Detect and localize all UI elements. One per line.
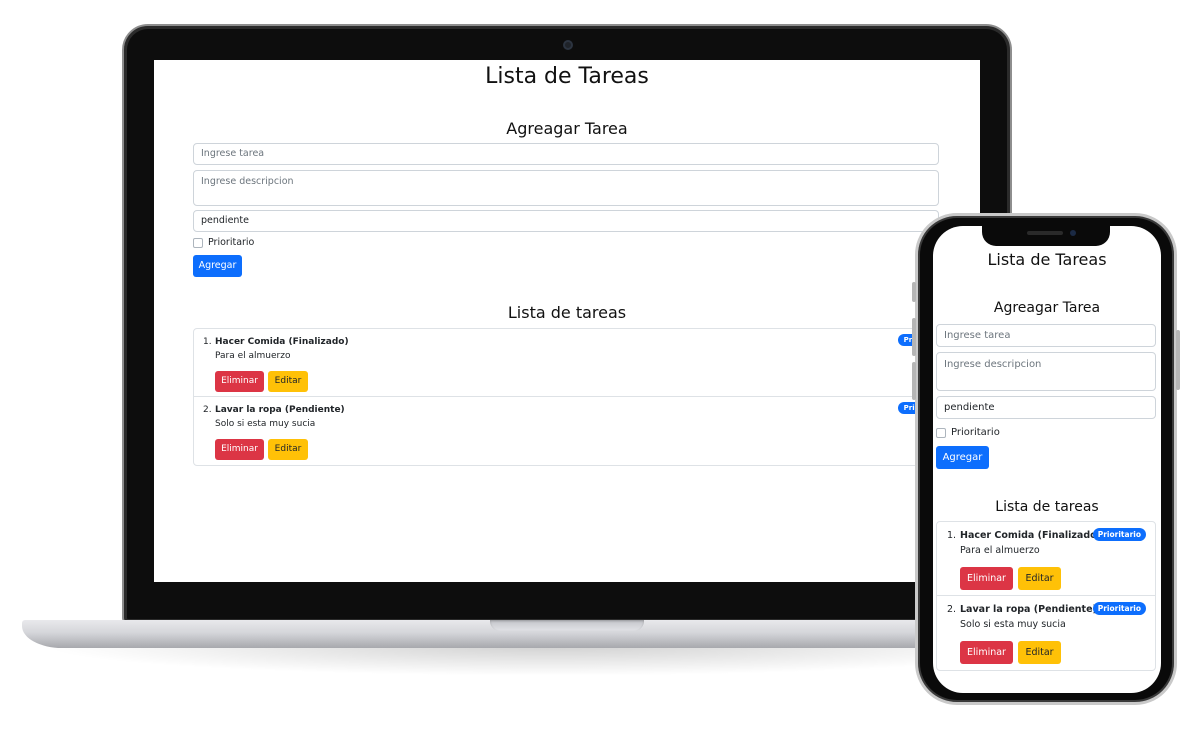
edit-button[interactable]: Editar [1018, 641, 1061, 664]
priority-badge: Prioritario [1092, 528, 1146, 541]
phone-notch [982, 226, 1110, 246]
task-description: Solo si esta muy sucia [960, 619, 1066, 630]
task-description: Solo si esta muy sucia [215, 419, 316, 429]
add-task-button[interactable]: Agregar [936, 446, 989, 469]
task-input[interactable]: Ingrese tarea [936, 324, 1156, 347]
task-number: 2. [203, 405, 212, 415]
priority-label: Prioritario [951, 427, 1000, 438]
list-item: 1. Hacer Comida (Finalizado) Para el alm… [937, 522, 1155, 596]
laptop-shadow [40, 646, 1060, 676]
priority-checkbox[interactable] [936, 427, 946, 438]
list-item: 2. Lavar la ropa (Pendiente) Solo si est… [937, 596, 1155, 670]
list-title: Lista de tareas [995, 499, 1099, 515]
laptop-screen: Lista de Tareas Agreagar Tarea Ingrese t… [154, 60, 980, 582]
task-name: Lavar la ropa (Pendiente) [215, 405, 345, 415]
task-description: Para el almuerzo [215, 351, 291, 361]
list-item: 2. Lavar la ropa (Pendiente) Solo si est… [194, 397, 950, 465]
laptop-camera-icon [563, 40, 573, 50]
priority-checkbox-row[interactable]: Prioritario [936, 427, 1000, 438]
task-number: 1. [203, 337, 212, 347]
task-name: Hacer Comida (Finalizado) [215, 337, 349, 347]
task-description: Para el almuerzo [960, 545, 1040, 556]
phone-speaker-icon [1027, 231, 1063, 235]
add-task-button[interactable]: Agregar [193, 255, 242, 277]
edit-button[interactable]: Editar [268, 439, 308, 460]
task-name: Lavar la ropa (Pendiente) [960, 604, 1097, 615]
delete-button[interactable]: Eliminar [215, 371, 264, 392]
task-name: Hacer Comida (Finalizado) [960, 530, 1101, 541]
edit-button[interactable]: Editar [268, 371, 308, 392]
task-number: 2. [947, 604, 957, 615]
phone-camera-icon [1070, 230, 1076, 236]
phone-power-button [1176, 330, 1180, 390]
phone-volume-down [912, 362, 916, 400]
list-item: 1. Hacer Comida (Finalizado) Para el alm… [194, 329, 950, 397]
priority-checkbox-row[interactable]: Prioritario [193, 237, 254, 248]
form-title: Agreagar Tarea [993, 300, 1101, 316]
page-title: Lista de Tareas [485, 64, 649, 89]
delete-button[interactable]: Eliminar [960, 641, 1013, 664]
task-app-mobile: Lista de Tareas Agreagar Tarea Ingrese t… [933, 226, 1161, 693]
priority-badge: Prioritario [1092, 602, 1146, 615]
priority-label: Prioritario [208, 237, 255, 248]
status-input[interactable]: pendiente [936, 396, 1156, 419]
form-title: Agreagar Tarea [506, 119, 628, 138]
task-app-desktop: Lista de Tareas Agreagar Tarea Ingrese t… [154, 60, 980, 582]
list-title: Lista de tareas [507, 303, 627, 322]
description-textarea[interactable]: Ingrese descripcion [193, 170, 939, 206]
phone-volume-up [912, 318, 916, 356]
task-number: 1. [947, 530, 957, 541]
phone-screen: Lista de Tareas Agreagar Tarea Ingrese t… [933, 226, 1161, 693]
status-input[interactable]: pendiente [193, 210, 939, 232]
priority-checkbox[interactable] [193, 237, 203, 248]
task-input[interactable]: Ingrese tarea [193, 143, 939, 165]
page-title: Lista de Tareas [987, 250, 1107, 269]
task-list: 1. Hacer Comida (Finalizado) Para el alm… [936, 521, 1156, 671]
description-textarea[interactable]: Ingrese descripcion [936, 352, 1156, 391]
edit-button[interactable]: Editar [1018, 567, 1061, 590]
phone-mute-switch [912, 282, 916, 302]
laptop-opening-notch [490, 620, 644, 631]
delete-button[interactable]: Eliminar [215, 439, 264, 460]
task-list: 1. Hacer Comida (Finalizado) Para el alm… [193, 328, 950, 466]
delete-button[interactable]: Eliminar [960, 567, 1013, 590]
